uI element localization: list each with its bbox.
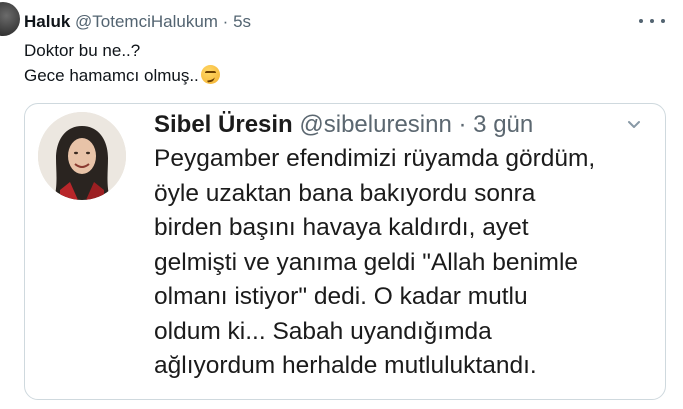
- quote-text-line: oldum ki... Sabah uyandığımda: [154, 317, 492, 345]
- tweet-text: Doktor bu ne..? Gece hamamcı olmuş..: [24, 38, 220, 88]
- tweet-text-line-with-emoji: Gece hamamcı olmuş..: [24, 63, 220, 88]
- quote-text-line: Peygamber efendimizi rüyamda gördüm,: [154, 145, 596, 172]
- quote-text-line: öyle uzaktan bana bakıyordu sonra: [154, 179, 536, 207]
- quote-header: Sibel Üresin @sibeluresinn · 3 gün: [154, 110, 533, 140]
- quote-author-name[interactable]: Sibel Üresin: [154, 111, 293, 138]
- quote-author-handle[interactable]: @sibeluresinn: [299, 111, 451, 138]
- quote-text-line: birden başını havaya kaldırdı, ayet: [154, 214, 529, 241]
- smirking-face-emoji-icon: [200, 65, 220, 84]
- tweet-text-line: Gece hamamcı olmuş..: [24, 66, 199, 85]
- author-handle[interactable]: @TotemciHalukum: [75, 12, 218, 31]
- quote-text-line: olmanı istiyor" dedi. O kadar mutlu: [154, 283, 528, 310]
- chevron-down-icon[interactable]: [627, 118, 641, 132]
- timestamp[interactable]: 5s: [233, 12, 251, 31]
- separator-dot: ·: [222, 12, 229, 31]
- more-options-icon[interactable]: [639, 14, 665, 28]
- avatar[interactable]: [0, 2, 20, 36]
- quote-text-line: gelmişti ve yanıma geldi "Allah benimle: [154, 248, 579, 276]
- tweet[interactable]: Haluk @TotemciHalukum · 5s Doktor bu ne.…: [0, 0, 683, 409]
- tweet-header: Haluk @TotemciHalukum · 5s: [24, 11, 251, 33]
- quote-text-line: ağlıyordum herhalde mutluluktandı.: [154, 352, 537, 379]
- quote-timestamp[interactable]: 3 gün: [473, 111, 533, 138]
- quoted-tweet-card[interactable]: Sibel Üresin @sibeluresinn · 3 gün Peyga…: [24, 103, 666, 400]
- quote-separator-dot: ·: [458, 111, 467, 138]
- quote-text: Peygamber efendimizi rüyamda gördüm, öyl…: [154, 142, 595, 384]
- quote-avatar[interactable]: [38, 112, 126, 200]
- tweet-text-line: Doktor bu ne..?: [24, 41, 141, 60]
- author-name[interactable]: Haluk: [24, 12, 70, 31]
